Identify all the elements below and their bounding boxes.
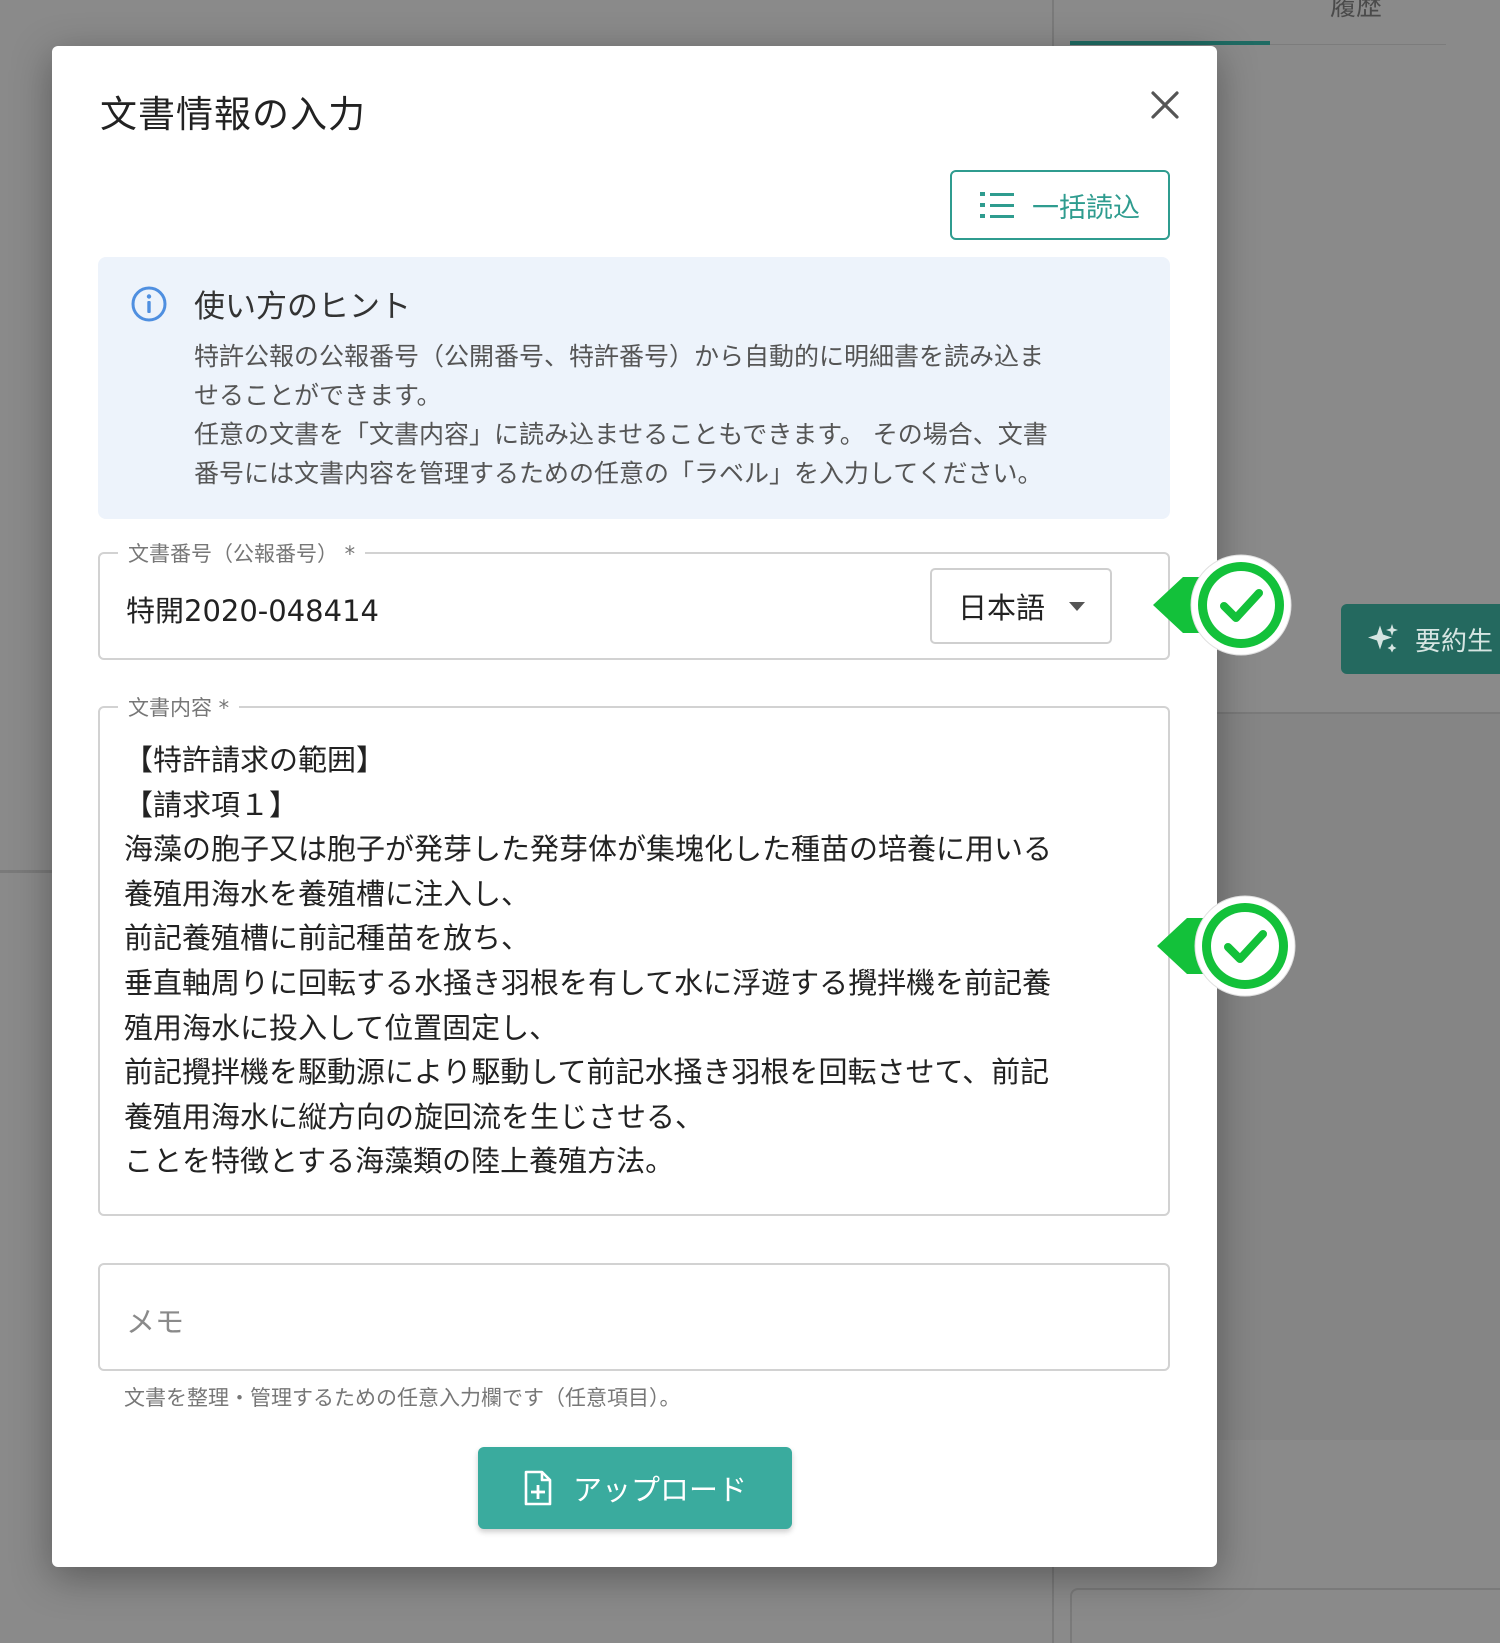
language-select-value: 日本語: [958, 591, 1046, 625]
doc-number-input[interactable]: 特開2020-048414: [126, 588, 379, 630]
close-button[interactable]: [1142, 82, 1188, 128]
background-summary-label: 要約生: [1415, 626, 1494, 657]
doc-content-label: 文書内容 *: [118, 692, 240, 722]
upload-button-label: アップロード: [572, 1473, 747, 1507]
memo-input[interactable]: メモ: [126, 1299, 184, 1341]
document-info-dialog: 文書情報の入力 一括読込 使い方のヒント 特許公報の公報番号（公開番号、特許番号…: [52, 46, 1217, 1567]
upload-button[interactable]: アップロード: [478, 1447, 792, 1529]
info-icon: [131, 286, 167, 322]
background-tabs: 履歴: [1070, 0, 1446, 45]
hint-title: 使い方のヒント: [194, 289, 411, 325]
hint-line: 番号には文書内容を管理するための任意の「ラベル」を入力してください。: [194, 459, 1043, 488]
doc-number-label: 文書番号（公報番号） *: [118, 538, 366, 568]
background-tab-history: 履歴: [1330, 0, 1383, 22]
hint-line: 特許公報の公報番号（公開番号、特許番号）から自動的に明細書を読み込ま: [194, 342, 1045, 371]
caret-down-icon: [1069, 601, 1086, 611]
close-icon: [1151, 91, 1179, 119]
check-badge-icon: [1153, 554, 1292, 656]
background-tab-indicator: [1070, 41, 1270, 45]
usage-hint-panel: 使い方のヒント 特許公報の公報番号（公開番号、特許番号）から自動的に明細書を読み…: [98, 257, 1170, 519]
bulk-import-button[interactable]: 一括読込: [950, 170, 1170, 240]
file-add-icon: [524, 1470, 552, 1506]
doc-content-textarea[interactable]: 【特許請求の範囲】 【請求項１】 海藻の胞子又は胞子が発芽した発芽体が集塊化した…: [124, 738, 1134, 1184]
hint-line: 任意の文書を「文書内容」に読み込ませることもできます。 その場合、文書: [194, 420, 1048, 449]
language-select[interactable]: 日本語: [930, 568, 1112, 644]
background-divider-left: [0, 870, 54, 873]
memo-field[interactable]: メモ: [98, 1263, 1170, 1371]
background-summary-button: 要約生: [1341, 604, 1500, 674]
memo-helper-text: 文書を整理・管理するための任意入力欄です（任意項目）。: [124, 1386, 681, 1410]
doc-number-field[interactable]: 文書番号（公報番号） * 特開2020-048414 日本語: [98, 538, 1170, 660]
numbered-list-icon: [980, 192, 1014, 218]
hint-body: 特許公報の公報番号（公開番号、特許番号）から自動的に明細書を読み込ま せることが…: [194, 337, 1144, 493]
bulk-import-label: 一括読込: [1032, 192, 1140, 224]
check-badge-icon: [1157, 895, 1296, 997]
hint-line: せることができます。: [194, 381, 442, 410]
doc-content-field[interactable]: 文書内容 * 【特許請求の範囲】 【請求項１】 海藻の胞子又は胞子が発芽した発芽…: [98, 692, 1170, 1216]
sparkle-icon: [1368, 624, 1398, 653]
dialog-title: 文書情報の入力: [100, 93, 366, 136]
background-card: [1070, 1588, 1500, 1643]
